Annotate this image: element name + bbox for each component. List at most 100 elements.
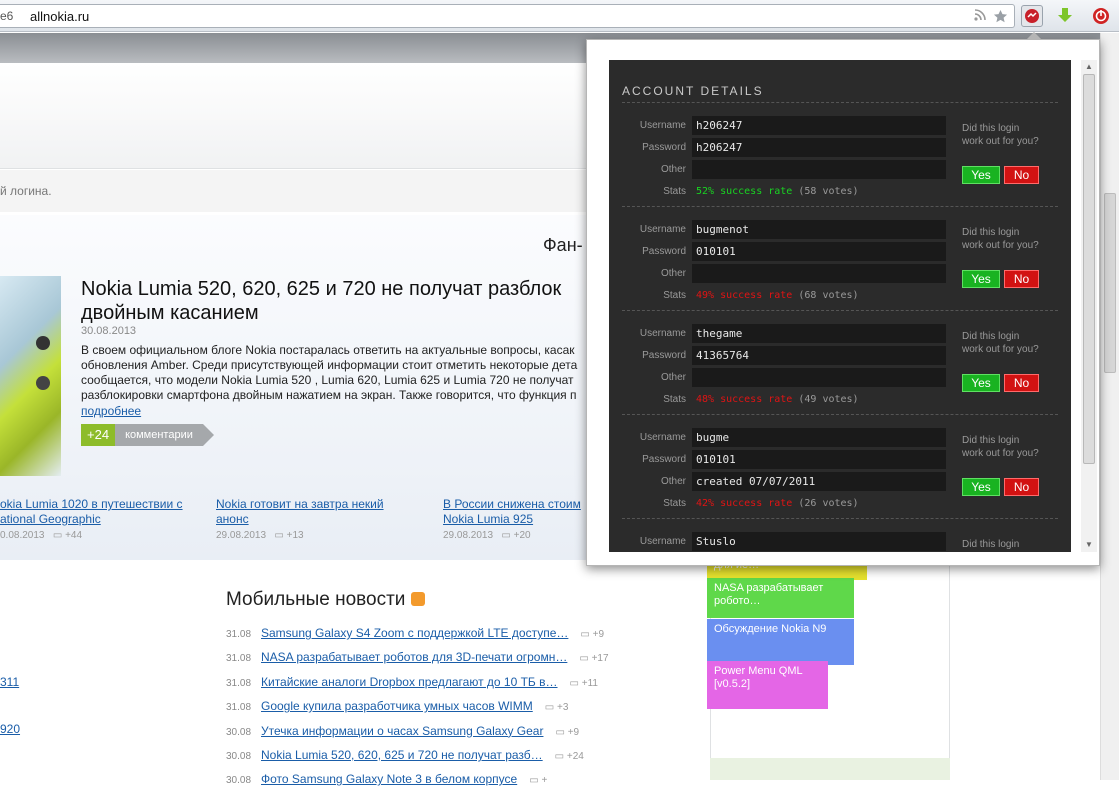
feedback-question: Did this login work out for you? — [962, 539, 1020, 550]
news-comments[interactable]: ▭ +9 — [580, 629, 604, 640]
password-field[interactable]: h206247 — [692, 138, 946, 157]
comments-count[interactable]: +24 — [81, 424, 116, 446]
news-date: 30.08 — [226, 750, 252, 762]
success-rate: 42% success rate — [696, 498, 793, 509]
other-field[interactable] — [692, 160, 946, 179]
account-entry: UsernameStusloPasswordOtherStats Did thi… — [609, 532, 1071, 552]
password-field[interactable]: 41365764 — [692, 346, 946, 365]
featured-title-line2[interactable]: двойным касанием — [81, 301, 591, 325]
yes-button[interactable]: Yes — [962, 270, 1000, 288]
url-text[interactable]: allnokia.ru — [30, 9, 89, 24]
sub-news-item: В России снижена стоим Nokia Lumia 925 2… — [443, 497, 588, 541]
panel-title: ACCOUNT DETAILS — [622, 84, 764, 98]
sub-news-link[interactable]: Nokia готовит на завтра некий анонс — [216, 497, 396, 527]
news-date: 30.08 — [226, 775, 252, 787]
username-field[interactable]: thegame — [692, 324, 946, 343]
sub-news-comments[interactable]: +44 — [65, 530, 82, 541]
no-button[interactable]: No — [1004, 270, 1039, 288]
other-field[interactable] — [692, 368, 946, 387]
sub-news-link[interactable]: В России снижена стоим Nokia Lumia 925 — [443, 497, 588, 527]
left-column-link[interactable]: 311 — [0, 675, 19, 689]
rss-feed-icon[interactable] — [411, 592, 426, 606]
other-field[interactable]: created 07/07/2011 — [692, 472, 946, 491]
list-item: 30.08 Nokia Lumia 520, 620, 625 и 720 не … — [226, 748, 666, 772]
news-link[interactable]: Китайские аналоги Dropbox предлагают до … — [261, 675, 558, 689]
list-item: 30.08 Фото Samsung Galaxy Note 3 в белом … — [226, 772, 666, 796]
other-label: Other — [660, 164, 686, 175]
password-field[interactable]: 010101 — [692, 242, 946, 261]
stats-label: Stats — [663, 290, 686, 301]
password-field[interactable]: 010101 — [692, 450, 946, 469]
news-link[interactable]: NASA разрабатывает роботов для 3D-печати… — [261, 650, 567, 664]
no-button[interactable]: No — [1004, 478, 1039, 496]
popup-scrollbar[interactable]: ▲ ▼ — [1081, 60, 1097, 552]
yes-button[interactable]: Yes — [962, 166, 1000, 184]
featured-news-title[interactable]: Nokia Lumia 520, 620, 625 и 720 не получ… — [81, 277, 591, 325]
page-scrollbar[interactable] — [1100, 33, 1119, 780]
username-field[interactable]: Stuslo — [692, 532, 946, 551]
popup-scrollbar-thumb[interactable] — [1083, 74, 1095, 464]
featured-news-image[interactable] — [0, 276, 61, 476]
comment-icon: ▭ — [52, 530, 63, 541]
yes-button[interactable]: Yes — [962, 374, 1000, 392]
news-comments[interactable]: ▭ +3 — [545, 702, 569, 713]
sub-news-date: 29.08.2013 — [216, 530, 267, 541]
left-column-link[interactable]: 920 — [0, 722, 20, 736]
divider — [622, 414, 1058, 415]
comment-icon: ▭ — [274, 530, 284, 541]
address-bar[interactable]: е6 allnokia.ru — [0, 4, 1015, 28]
forum-tag[interactable]: Power Menu QML [v0.5.2] — [707, 661, 828, 709]
news-link[interactable]: Google купила разработчика умных часов W… — [261, 699, 533, 713]
sub-news-item: okia Lumia 1020 в путешествии с ational … — [0, 497, 200, 541]
divider — [622, 310, 1058, 311]
account-popup: ACCOUNT DETAILS Username h206247 Password h… — [586, 32, 1100, 566]
mobile-news-title-text: Мобильные новости — [226, 589, 406, 610]
scroll-down-icon[interactable]: ▼ — [1085, 540, 1093, 549]
password-label: Password — [642, 142, 686, 153]
news-comments[interactable]: ▭ +9 — [555, 727, 579, 738]
other-field[interactable] — [692, 264, 946, 283]
news-link[interactable]: Утечка информации о часах Samsung Galaxy… — [261, 724, 543, 738]
sub-news-link[interactable]: okia Lumia 1020 в путешествии с ational … — [0, 497, 200, 527]
mobile-news-title: Мобильные новости — [226, 589, 426, 611]
forum-tag[interactable]: Обсуждение Nokia N9 — [707, 619, 854, 665]
stats-label: Stats — [663, 394, 686, 405]
news-link[interactable]: Nokia Lumia 520, 620, 625 и 720 не получ… — [261, 748, 543, 762]
no-button[interactable]: No — [1004, 374, 1039, 392]
shutdown-icon[interactable] — [1090, 5, 1112, 27]
no-button[interactable]: No — [1004, 166, 1039, 184]
featured-title-line1[interactable]: Nokia Lumia 520, 620, 625 и 720 не получ… — [81, 277, 591, 301]
yes-button[interactable]: Yes — [962, 478, 1000, 496]
username-field[interactable]: h206247 — [692, 116, 946, 135]
comments-label[interactable]: комментарии — [115, 424, 214, 446]
forum-tag[interactable]: NASA разрабатывает робото… — [707, 578, 854, 618]
news-comments[interactable]: ▭ +17 — [579, 653, 608, 664]
username-label: Username — [639, 120, 686, 131]
list-item: 31.08 Samsung Galaxy S4 Zoom с поддержкой… — [226, 626, 666, 650]
sub-news-comments[interactable]: +13 — [287, 530, 304, 541]
stats-value: 52% success rate (58 votes) — [696, 186, 859, 197]
feedback-question: Did this login work out for you? — [962, 123, 1039, 147]
username-field[interactable]: bugmenot — [692, 220, 946, 239]
other-label: Other — [660, 476, 686, 487]
featured-news-body: В своем официальном блоге Nokia постарал… — [81, 343, 586, 403]
username-field[interactable]: bugme — [692, 428, 946, 447]
news-link[interactable]: Samsung Galaxy S4 Zoom с поддержкой LTE … — [261, 626, 568, 640]
page-scrollbar-thumb[interactable] — [1104, 193, 1116, 373]
fan-heading: Фан- — [543, 235, 583, 255]
rss-icon[interactable] — [972, 9, 988, 25]
scroll-up-icon[interactable]: ▲ — [1085, 62, 1093, 71]
download-arrow-icon[interactable] — [1054, 5, 1076, 27]
news-comments[interactable]: ▭ + — [529, 775, 547, 786]
news-comments[interactable]: ▭ +24 — [555, 751, 584, 762]
star-icon[interactable] — [992, 9, 1008, 25]
sub-news-comments[interactable]: +20 — [514, 530, 531, 541]
stats-label: Stats — [663, 498, 686, 509]
account-extension-icon[interactable] — [1021, 5, 1043, 27]
read-more-link[interactable]: подробнее — [81, 404, 141, 418]
sub-news-date: 29.08.2013 — [443, 530, 494, 541]
news-link[interactable]: Фото Samsung Galaxy Note 3 в белом корпу… — [261, 772, 517, 786]
success-rate: 52% success rate — [696, 186, 793, 197]
comments-pill[interactable]: +24 комментарии — [81, 424, 214, 446]
news-comments[interactable]: ▭ +11 — [570, 678, 598, 689]
